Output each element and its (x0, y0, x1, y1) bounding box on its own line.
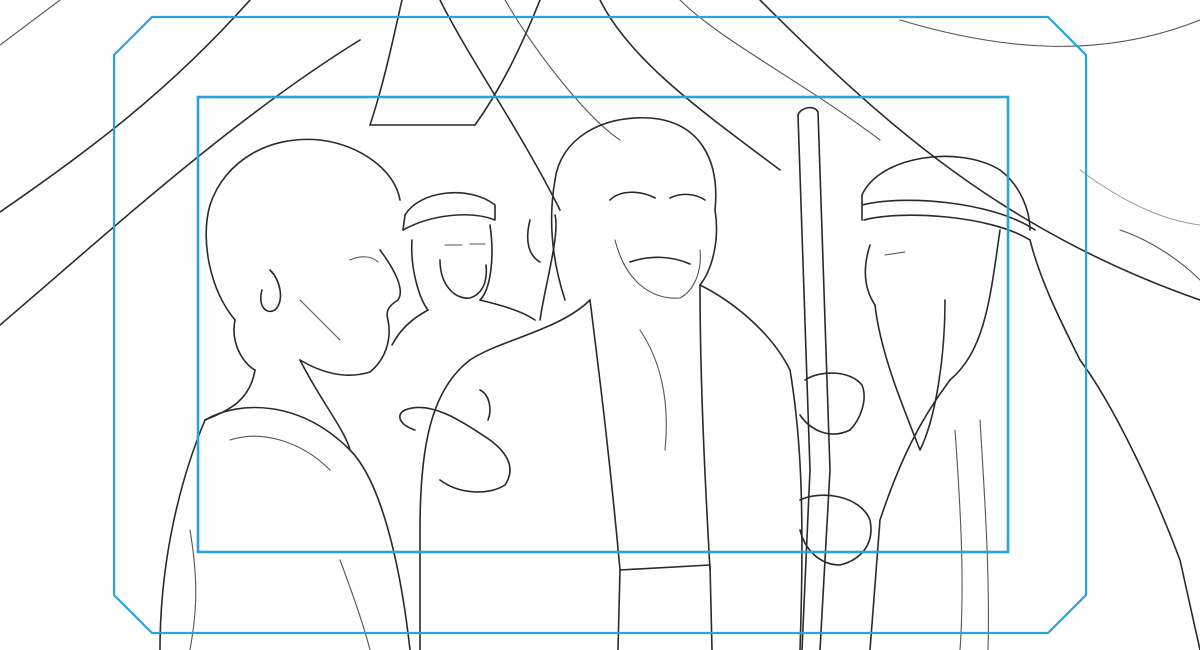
tent-background (0, 0, 1200, 326)
title-safe-frame (196, 95, 1010, 554)
figure-center-man (399, 117, 803, 650)
figure-elder-with-staff (799, 155, 1200, 650)
sketch-canvas (0, 0, 1200, 650)
staff (797, 106, 831, 650)
figure-headband-man-back (391, 191, 541, 346)
storyboard-panel (0, 0, 1200, 650)
